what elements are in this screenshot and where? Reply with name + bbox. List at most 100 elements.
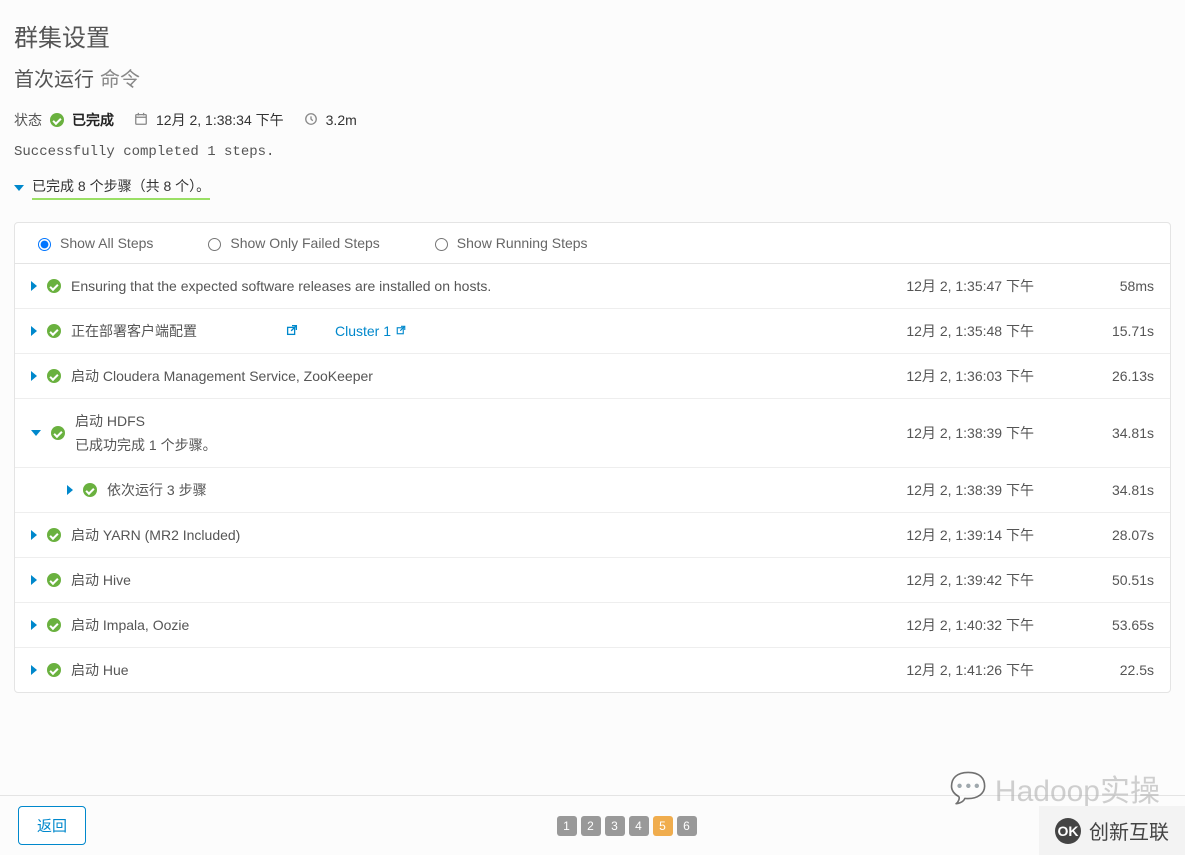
success-check-icon xyxy=(83,483,97,497)
step-description: Ensuring that the expected software rele… xyxy=(71,278,854,294)
chevron-down-icon xyxy=(14,185,24,191)
filter-failed-radio[interactable] xyxy=(208,238,221,251)
step-description: 启动 Impala, Oozie xyxy=(71,615,854,635)
step-description: 正在部署客户端配置 Cluster 1 xyxy=(71,321,854,341)
success-check-icon xyxy=(51,426,65,440)
chevron-right-icon[interactable] xyxy=(31,620,37,630)
step-description: 启动 Cloudera Management Service, ZooKeepe… xyxy=(71,366,854,386)
step-duration: 34.81s xyxy=(1044,482,1154,498)
step-text: 启动 Hue xyxy=(71,660,129,680)
subtitle-light: 命令 xyxy=(100,63,140,92)
pager-page-1[interactable]: 1 xyxy=(557,816,577,836)
step-row: 启动 HDFS已成功完成 1 个步骤。12月 2, 1:38:39 下午34.8… xyxy=(15,399,1170,468)
filter-running[interactable]: Show Running Steps xyxy=(430,235,588,251)
filter-all[interactable]: Show All Steps xyxy=(33,235,153,251)
cluster-link[interactable]: Cluster 1 xyxy=(335,323,407,339)
filter-all-radio[interactable] xyxy=(38,238,51,251)
step-timestamp: 12月 2, 1:39:42 下午 xyxy=(864,570,1034,590)
summary-text: 已完成 8 个步骤（共 8 个）。 xyxy=(32,176,210,200)
filter-running-label: Show Running Steps xyxy=(457,235,588,251)
step-description: 依次运行 3 步骤 xyxy=(107,480,854,500)
success-check-icon xyxy=(47,324,61,338)
step-text: 正在部署客户端配置 xyxy=(71,321,197,341)
pager-page-3[interactable]: 3 xyxy=(605,816,625,836)
status-check-icon xyxy=(50,113,64,127)
step-row: 启动 Hue 12月 2, 1:41:26 下午 22.5s xyxy=(15,648,1170,692)
chevron-right-icon[interactable] xyxy=(31,281,37,291)
step-row: 正在部署客户端配置 Cluster 1 12月 2, 1:35:48 下午 15.7… xyxy=(15,309,1170,354)
step-description: 启动 YARN (MR2 Included) xyxy=(71,525,854,545)
step-text: 启动 HDFS xyxy=(75,411,145,431)
subtitle-main: 首次运行 xyxy=(14,63,94,92)
step-duration: 22.5s xyxy=(1044,662,1154,678)
status-datetime: 12月 2, 1:38:34 下午 xyxy=(156,110,284,130)
pager-page-6[interactable]: 6 xyxy=(677,816,697,836)
chevron-right-icon[interactable] xyxy=(31,326,37,336)
chevron-right-icon[interactable] xyxy=(31,665,37,675)
step-timestamp: 12月 2, 1:38:39 下午 xyxy=(864,480,1034,500)
chevron-down-icon[interactable] xyxy=(31,430,41,436)
corner-logo: OK创新互联 xyxy=(1039,806,1185,855)
back-button[interactable]: 返回 xyxy=(18,806,86,845)
step-duration: 15.71s xyxy=(1044,323,1154,339)
success-check-icon xyxy=(47,573,61,587)
step-duration: 34.81s xyxy=(1044,425,1154,441)
step-timestamp: 12月 2, 1:39:14 下午 xyxy=(864,525,1034,545)
step-row: 启动 Impala, Oozie 12月 2, 1:40:32 下午 53.65s xyxy=(15,603,1170,648)
step-text: Ensuring that the expected software rele… xyxy=(71,278,491,294)
chevron-right-icon[interactable] xyxy=(31,575,37,585)
filter-failed[interactable]: Show Only Failed Steps xyxy=(203,235,379,251)
filter-bar: Show All Steps Show Only Failed Steps Sh… xyxy=(15,223,1170,264)
status-label: 状态 xyxy=(14,110,42,130)
chevron-right-icon[interactable] xyxy=(67,485,73,495)
chevron-right-icon[interactable] xyxy=(31,530,37,540)
external-link-icon xyxy=(395,323,407,339)
step-duration: 28.07s xyxy=(1044,527,1154,543)
success-check-icon xyxy=(47,279,61,293)
success-check-icon xyxy=(47,528,61,542)
step-timestamp: 12月 2, 1:35:47 下午 xyxy=(864,276,1034,296)
step-timestamp: 12月 2, 1:36:03 下午 xyxy=(864,366,1034,386)
completion-message: Successfully completed 1 steps. xyxy=(14,144,1171,160)
step-timestamp: 12月 2, 1:35:48 下午 xyxy=(864,321,1034,341)
step-text: 依次运行 3 步骤 xyxy=(107,480,207,500)
step-text: 启动 Hive xyxy=(71,570,131,590)
chevron-right-icon[interactable] xyxy=(31,371,37,381)
pager-page-4[interactable]: 4 xyxy=(629,816,649,836)
step-row: 启动 Cloudera Management Service, ZooKeepe… xyxy=(15,354,1170,399)
external-link-icon[interactable] xyxy=(285,323,299,340)
page-title: 群集设置 xyxy=(14,18,1171,53)
step-duration: 26.13s xyxy=(1044,368,1154,384)
step-duration: 50.51s xyxy=(1044,572,1154,588)
step-duration: 58ms xyxy=(1044,278,1154,294)
status-bar: 状态 已完成 12月 2, 1:38:34 下午 3.2m xyxy=(14,110,1171,130)
step-timestamp: 12月 2, 1:40:32 下午 xyxy=(864,615,1034,635)
success-check-icon xyxy=(47,618,61,632)
step-row: Ensuring that the expected software rele… xyxy=(15,264,1170,309)
pager-page-5[interactable]: 5 xyxy=(653,816,673,836)
step-timestamp: 12月 2, 1:41:26 下午 xyxy=(864,660,1034,680)
status-value: 已完成 xyxy=(72,110,114,130)
filter-running-radio[interactable] xyxy=(435,238,448,251)
step-sub-note: 已成功完成 1 个步骤。 xyxy=(75,435,854,455)
step-row: 启动 Hive 12月 2, 1:39:42 下午 50.51s xyxy=(15,558,1170,603)
step-text: 启动 YARN (MR2 Included) xyxy=(71,525,240,545)
filter-failed-label: Show Only Failed Steps xyxy=(230,235,379,251)
pager-page-2[interactable]: 2 xyxy=(581,816,601,836)
step-duration: 53.65s xyxy=(1044,617,1154,633)
filter-all-label: Show All Steps xyxy=(60,235,153,251)
success-check-icon xyxy=(47,663,61,677)
summary-toggle[interactable]: 已完成 8 个步骤（共 8 个）。 xyxy=(14,176,1171,200)
step-description: 启动 HDFS 已成功完成 1 个步骤。 xyxy=(75,411,854,455)
pager: 123456 xyxy=(557,816,697,836)
steps-panel: Show All Steps Show Only Failed Steps Sh… xyxy=(14,222,1171,693)
step-description: 启动 Hive xyxy=(71,570,854,590)
step-text: 启动 Impala, Oozie xyxy=(71,615,189,635)
step-row: 启动 YARN (MR2 Included) 12月 2, 1:39:14 下午 2… xyxy=(15,513,1170,558)
status-duration: 3.2m xyxy=(326,112,357,128)
page-subtitle: 首次运行 命令 xyxy=(14,63,1171,92)
step-description: 启动 Hue xyxy=(71,660,854,680)
step-row: 依次运行 3 步骤 12月 2, 1:38:39 下午 34.81s xyxy=(15,468,1170,513)
success-check-icon xyxy=(47,369,61,383)
calendar-icon xyxy=(134,112,148,129)
